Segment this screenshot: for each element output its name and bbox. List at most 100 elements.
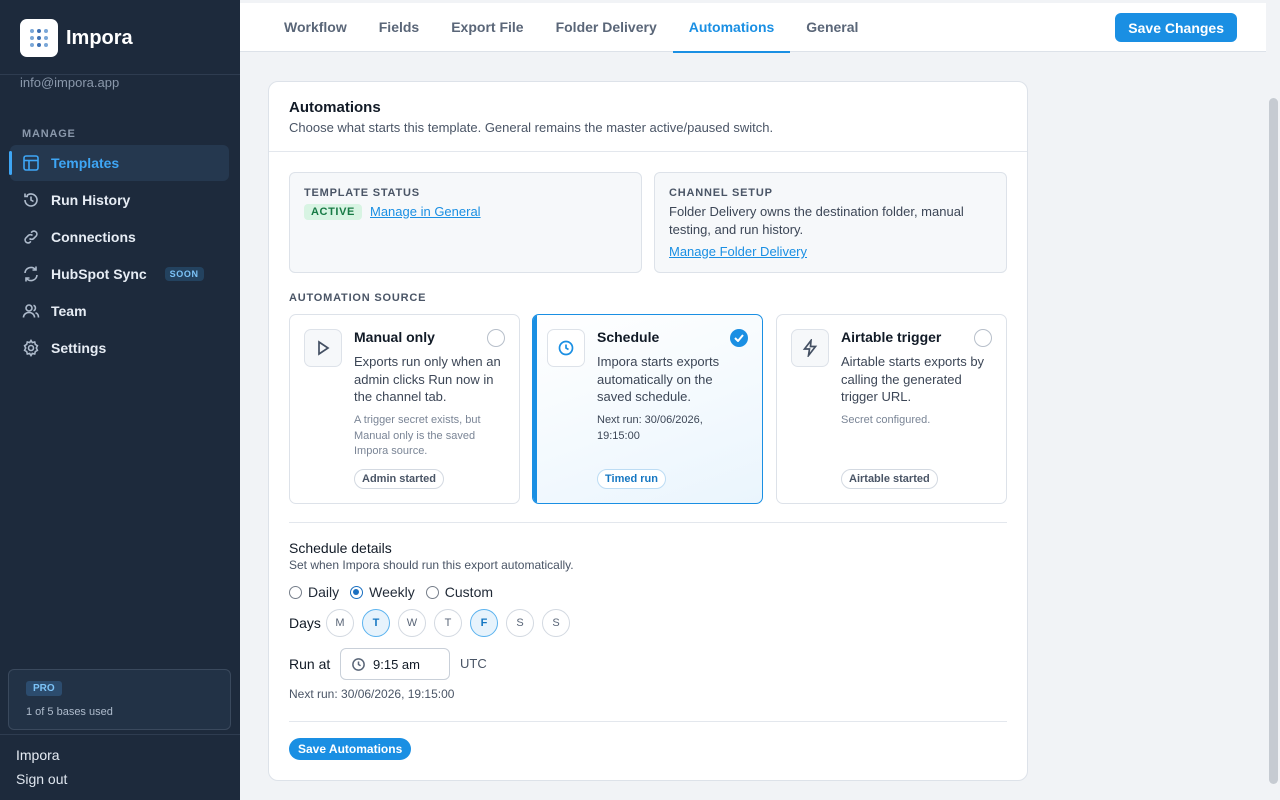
sidebar-item-team[interactable]: Team bbox=[10, 293, 229, 329]
source-option-airtable-trigger[interactable]: Airtable trigger Airtable starts exports… bbox=[776, 314, 1007, 504]
channel-setup-heading: CHANNEL SETUP bbox=[669, 187, 773, 199]
card-description: Choose what starts this template. Genera… bbox=[289, 120, 774, 135]
frequency-radio-group: Daily Weekly Custom bbox=[289, 584, 504, 600]
workspace-name: Impora bbox=[16, 747, 60, 763]
source-description: Airtable starts exports by calling the g… bbox=[841, 354, 985, 404]
template-status-heading: TEMPLATE STATUS bbox=[304, 187, 420, 199]
lightning-icon-box bbox=[791, 329, 829, 367]
sidebar-item-label: Templates bbox=[51, 155, 120, 171]
brand[interactable]: Impora bbox=[20, 19, 133, 57]
sync-icon bbox=[24, 266, 38, 282]
timezone-label: UTC bbox=[460, 656, 487, 671]
manage-in-general-link[interactable]: Manage in General bbox=[370, 204, 481, 219]
nav-section-heading: MANAGE bbox=[22, 128, 76, 140]
day-toggle-friday[interactable]: F bbox=[470, 609, 498, 637]
brand-name: Impora bbox=[66, 26, 133, 49]
manage-folder-delivery-link[interactable]: Manage Folder Delivery bbox=[669, 244, 807, 259]
sidebar-item-label: Settings bbox=[51, 340, 107, 356]
frequency-option-custom[interactable]: Custom bbox=[425, 584, 494, 600]
check-icon bbox=[734, 334, 744, 342]
source-chip: Airtable started bbox=[841, 469, 938, 489]
schedule-details-title: Schedule details bbox=[289, 540, 392, 556]
source-chip: Timed run bbox=[597, 469, 666, 489]
source-option-manual-only[interactable]: Manual only Exports run only when an adm… bbox=[289, 314, 520, 504]
day-toggle-tuesday[interactable]: T bbox=[362, 609, 390, 637]
source-title: Airtable trigger bbox=[841, 329, 942, 345]
day-toggle-saturday[interactable]: S bbox=[506, 609, 534, 637]
gear-icon bbox=[23, 339, 39, 357]
run-at-time-input[interactable]: 9:15 am bbox=[340, 648, 450, 680]
sidebar-item-templates[interactable]: Templates bbox=[9, 145, 229, 181]
tab-automations[interactable]: Automations bbox=[672, 3, 791, 53]
clock-icon bbox=[352, 657, 365, 671]
status-badge: ACTIVE bbox=[304, 204, 362, 220]
sidebar-nav: Templates Run History Connections HubSpo… bbox=[9, 145, 229, 367]
tab-folder-delivery[interactable]: Folder Delivery bbox=[540, 3, 673, 52]
account-email: info@impora.app bbox=[20, 75, 120, 90]
source-radio[interactable] bbox=[487, 329, 505, 347]
tab-general[interactable]: General bbox=[790, 3, 874, 52]
clock-icon-box bbox=[547, 329, 585, 367]
sidebar-item-label: Run History bbox=[51, 192, 131, 208]
source-radio-checked[interactable] bbox=[730, 329, 748, 347]
run-at-label: Run at bbox=[289, 656, 331, 672]
source-radio[interactable] bbox=[974, 329, 992, 347]
lightning-icon bbox=[802, 339, 818, 357]
tab-export-file[interactable]: Export File bbox=[435, 3, 539, 52]
automation-source-heading: AUTOMATION SOURCE bbox=[289, 292, 427, 304]
frequency-label: Custom bbox=[444, 584, 494, 600]
sidebar-item-hubspot-sync[interactable]: HubSpot Sync SOON bbox=[10, 256, 229, 292]
plan-card[interactable]: PRO 1 of 5 bases used bbox=[8, 669, 231, 730]
frequency-option-weekly[interactable]: Weekly bbox=[350, 584, 415, 600]
radio-button-selected[interactable] bbox=[350, 585, 364, 599]
history-icon bbox=[24, 193, 38, 207]
day-picker: M T W T F S S bbox=[326, 609, 578, 637]
frequency-option-daily[interactable]: Daily bbox=[289, 584, 339, 600]
channel-setup-box: CHANNEL SETUP Folder Delivery owns the d… bbox=[654, 172, 1007, 273]
users-icon bbox=[22, 304, 40, 318]
sidebar-item-label: HubSpot Sync bbox=[51, 266, 147, 282]
clock-icon bbox=[558, 340, 574, 356]
time-value: 9:15 am bbox=[373, 656, 420, 672]
soon-badge: SOON bbox=[164, 267, 204, 281]
radio-button[interactable] bbox=[425, 585, 439, 599]
sidebar-item-label: Team bbox=[51, 303, 87, 319]
source-description: Impora starts exports automatically on t… bbox=[597, 354, 720, 404]
source-note: Next run: 30/06/2026, 19:15:00 bbox=[597, 414, 703, 442]
plan-badge: PRO bbox=[26, 681, 62, 696]
source-option-schedule[interactable]: Schedule Impora starts exports automatic… bbox=[532, 314, 763, 504]
divider bbox=[289, 522, 1007, 523]
divider bbox=[289, 721, 1007, 722]
source-title: Schedule bbox=[597, 329, 660, 345]
template-status-box: TEMPLATE STATUS ACTIVE Manage in General bbox=[289, 172, 642, 273]
source-chip: Admin started bbox=[354, 469, 444, 489]
day-toggle-monday[interactable]: M bbox=[326, 609, 354, 637]
day-toggle-wednesday[interactable]: W bbox=[398, 609, 426, 637]
days-label: Days bbox=[289, 615, 321, 631]
tab-fields[interactable]: Fields bbox=[363, 3, 435, 52]
sidebar: Impora info@impora.app MANAGE Templates … bbox=[0, 0, 240, 800]
day-toggle-sunday[interactable]: S bbox=[542, 609, 570, 637]
frequency-label: Weekly bbox=[369, 584, 415, 600]
scrollbar-thumb[interactable] bbox=[1269, 98, 1278, 784]
save-changes-button[interactable]: Save Changes bbox=[1115, 13, 1237, 42]
tab-list: Workflow Fields Export File Folder Deliv… bbox=[268, 3, 874, 53]
sidebar-item-run-history[interactable]: Run History bbox=[10, 182, 229, 218]
save-automations-button[interactable]: Save Automations bbox=[289, 738, 412, 760]
next-run-text: Next run: 30/06/2026, 19:15:00 bbox=[289, 687, 455, 701]
source-description: Exports run only when an admin clicks Ru… bbox=[354, 354, 501, 404]
schedule-details-description: Set when Impora should run this export a… bbox=[289, 558, 574, 572]
frequency-label: Daily bbox=[308, 584, 340, 600]
tab-workflow[interactable]: Workflow bbox=[268, 3, 363, 52]
plan-usage: 1 of 5 bases used bbox=[26, 706, 113, 718]
radio-button[interactable] bbox=[289, 585, 302, 599]
card-header: Automations Choose what starts this temp… bbox=[269, 82, 1027, 152]
source-note: Secret configured. bbox=[841, 414, 931, 426]
sidebar-item-connections[interactable]: Connections bbox=[10, 219, 229, 255]
day-toggle-thursday[interactable]: T bbox=[434, 609, 462, 637]
source-title: Manual only bbox=[354, 329, 435, 345]
automations-card: Automations Choose what starts this temp… bbox=[268, 81, 1028, 781]
play-icon bbox=[318, 340, 330, 356]
sign-out-link[interactable]: Sign out bbox=[16, 771, 67, 787]
sidebar-item-settings[interactable]: Settings bbox=[10, 330, 229, 366]
